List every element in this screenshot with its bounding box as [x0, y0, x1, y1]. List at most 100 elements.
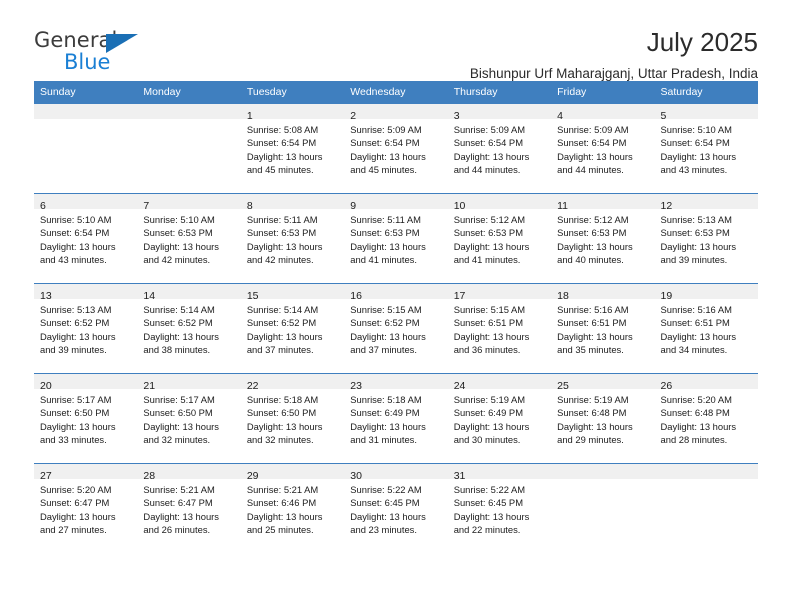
- calendar-day-cell[interactable]: 23 Sunrise: 5:18 AM Sunset: 6:49 PM Dayligh…: [344, 373, 448, 464]
- calendar-day-cell[interactable]: 29 Sunrise: 5:21 AM Sunset: 6:46 PM Dayligh…: [240, 463, 345, 553]
- daylight-line-1: Daylight: 13 hours: [40, 510, 116, 522]
- calendar-day-cell[interactable]: 22 Sunrise: 5:18 AM Sunset: 6:50 PM Dayligh…: [240, 373, 345, 464]
- calendar-day-cell[interactable]: 20 Sunrise: 5:17 AM Sunset: 6:50 PM Dayligh…: [34, 373, 138, 464]
- day-detail-block: Sunrise: 5:20 AM Sunset: 6:48 PM Daylight:…: [655, 389, 758, 446]
- weekday-header-friday: Friday: [551, 81, 655, 104]
- calendar-day-cell[interactable]: 16 Sunrise: 5:15 AM Sunset: 6:52 PM Dayligh…: [344, 283, 448, 374]
- calendar-day-cell[interactable]: 7 Sunrise: 5:10 AM Sunset: 6:53 PM Daylight…: [137, 193, 241, 284]
- weekday-header-wednesday: Wednesday: [344, 81, 448, 104]
- calendar-day-cell[interactable]: 25 Sunrise: 5:19 AM Sunset: 6:48 PM Dayligh…: [551, 373, 655, 464]
- calendar-day-cell[interactable]: 4 Sunrise: 5:09 AM Sunset: 6:54 PM Daylight…: [551, 103, 655, 194]
- calendar-day-cell[interactable]: 24 Sunrise: 5:19 AM Sunset: 6:49 PM Dayligh…: [447, 373, 552, 464]
- daylight-line-2: and 34 minutes.: [660, 343, 728, 355]
- day-number: 7: [143, 200, 150, 212]
- sunset-line: Sunset: 6:47 PM: [40, 497, 110, 509]
- day-number: 20: [40, 380, 52, 392]
- sunset-line: Sunset: 6:50 PM: [40, 407, 110, 419]
- sunset-line: Sunset: 6:54 PM: [40, 227, 110, 239]
- sunset-line: Sunset: 6:54 PM: [246, 137, 317, 149]
- day-detail-block: Sunrise: 5:22 AM Sunset: 6:45 PM Daylight:…: [344, 479, 447, 536]
- day-number: 23: [350, 380, 362, 392]
- sunset-line: Sunset: 6:54 PM: [453, 137, 523, 149]
- day-detail-block: Sunrise: 5:18 AM Sunset: 6:50 PM Daylight:…: [241, 389, 344, 446]
- daylight-line-1: Daylight: 13 hours: [557, 150, 633, 162]
- sunrise-line: Sunrise: 5:20 AM: [40, 484, 112, 495]
- calendar-body: 1 Sunrise: 5:08 AM Sunset: 6:54 PM Daylight…: [34, 103, 758, 553]
- day-number-band: 1: [240, 104, 345, 122]
- calendar-day-cell[interactable]: 12 Sunrise: 5:13 AM Sunset: 6:53 PM Dayligh…: [654, 193, 758, 284]
- calendar-day-cell[interactable]: 3 Sunrise: 5:09 AM Sunset: 6:54 PM Daylight…: [447, 103, 552, 194]
- sunrise-line: Sunrise: 5:21 AM: [246, 484, 319, 495]
- calendar-day-cell[interactable]: 1 Sunrise: 5:08 AM Sunset: 6:54 PM Daylight…: [240, 103, 345, 194]
- calendar-day-cell[interactable]: 28 Sunrise: 5:21 AM Sunset: 6:47 PM Dayligh…: [137, 463, 241, 553]
- calendar-day-cell[interactable]: 5 Sunrise: 5:10 AM Sunset: 6:54 PM Daylight…: [654, 103, 758, 194]
- sunset-line: Sunset: 6:53 PM: [246, 227, 317, 239]
- sunset-line: Sunset: 6:54 PM: [350, 137, 420, 149]
- day-detail-block: Sunrise: 5:09 AM Sunset: 6:54 PM Daylight:…: [551, 119, 654, 176]
- day-detail-block: Sunrise: 5:13 AM Sunset: 6:53 PM Daylight:…: [655, 209, 758, 266]
- day-number-band: 17: [447, 284, 552, 302]
- sunrise-line: Sunrise: 5:10 AM: [660, 124, 732, 135]
- calendar-week-row: 13 Sunrise: 5:13 AM Sunset: 6:52 PM Dayligh…: [34, 283, 758, 374]
- calendar-day-cell[interactable]: 17 Sunrise: 5:15 AM Sunset: 6:51 PM Dayligh…: [447, 283, 552, 374]
- daylight-line-2: and 32 minutes.: [143, 433, 211, 445]
- sunset-line: Sunset: 6:49 PM: [453, 407, 523, 419]
- sunset-line: Sunset: 6:51 PM: [453, 317, 523, 329]
- daylight-line-1: Daylight: 13 hours: [660, 420, 737, 432]
- calendar-day-cell[interactable]: 21 Sunrise: 5:17 AM Sunset: 6:50 PM Dayligh…: [137, 373, 241, 464]
- day-number: 13: [40, 290, 52, 302]
- calendar-day-cell[interactable]: 13 Sunrise: 5:13 AM Sunset: 6:52 PM Dayligh…: [34, 283, 138, 374]
- calendar-day-cell[interactable]: 19 Sunrise: 5:16 AM Sunset: 6:51 PM Dayligh…: [654, 283, 758, 374]
- daylight-line-2: and 42 minutes.: [143, 253, 211, 265]
- day-number-band: 19: [654, 284, 758, 302]
- calendar-day-cell[interactable]: 11 Sunrise: 5:12 AM Sunset: 6:53 PM Dayligh…: [551, 193, 655, 284]
- day-detail-block: Sunrise: 5:10 AM Sunset: 6:54 PM Daylight:…: [655, 119, 758, 176]
- daylight-line-1: Daylight: 13 hours: [453, 510, 530, 522]
- day-number-band: 22: [240, 374, 345, 392]
- calendar-day-cell[interactable]: 31 Sunrise: 5:22 AM Sunset: 6:45 PM Dayligh…: [447, 463, 552, 553]
- sunrise-line: Sunrise: 5:12 AM: [453, 214, 526, 225]
- day-number: 15: [246, 290, 259, 302]
- calendar-day-cell[interactable]: 2 Sunrise: 5:09 AM Sunset: 6:54 PM Daylight…: [344, 103, 448, 194]
- sunrise-line: Sunrise: 5:11 AM: [246, 214, 318, 225]
- logo-word-general: General: [34, 28, 118, 52]
- calendar-day-cell[interactable]: 8 Sunrise: 5:11 AM Sunset: 6:53 PM Daylight…: [240, 193, 345, 284]
- day-number: 16: [350, 290, 362, 302]
- sunrise-line: Sunrise: 5:14 AM: [143, 304, 215, 315]
- day-number: 9: [350, 200, 357, 212]
- calendar-day-cell[interactable]: 15 Sunrise: 5:14 AM Sunset: 6:52 PM Dayligh…: [240, 283, 345, 374]
- calendar-day-cell[interactable]: 6 Sunrise: 5:10 AM Sunset: 6:54 PM Daylight…: [34, 193, 138, 284]
- day-detail-block: Sunrise: 5:11 AM Sunset: 6:53 PM Daylight:…: [344, 209, 447, 266]
- calendar-day-cell[interactable]: 30 Sunrise: 5:22 AM Sunset: 6:45 PM Dayligh…: [344, 463, 448, 553]
- day-number: 19: [660, 290, 673, 302]
- daylight-line-2: and 29 minutes.: [557, 433, 624, 445]
- calendar-day-cell[interactable]: 14 Sunrise: 5:14 AM Sunset: 6:52 PM Dayligh…: [137, 283, 241, 374]
- daylight-line-2: and 37 minutes.: [350, 343, 417, 355]
- day-detail-block: Sunrise: 5:18 AM Sunset: 6:49 PM Daylight:…: [344, 389, 447, 446]
- day-number: 6: [40, 200, 46, 212]
- daylight-line-1: Daylight: 13 hours: [453, 330, 530, 342]
- daylight-line-2: and 42 minutes.: [246, 253, 314, 265]
- day-detail-block: Sunrise: 5:17 AM Sunset: 6:50 PM Daylight:…: [34, 389, 137, 446]
- day-detail-block: Sunrise: 5:12 AM Sunset: 6:53 PM Daylight:…: [448, 209, 551, 266]
- day-number-band: 11: [551, 194, 655, 212]
- general-blue-logo[interactable]: General Blue: [34, 30, 164, 76]
- daylight-line-1: Daylight: 13 hours: [453, 150, 530, 162]
- calendar-day-cell[interactable]: 9 Sunrise: 5:11 AM Sunset: 6:53 PM Daylight…: [344, 193, 448, 284]
- calendar-day-cell[interactable]: 18 Sunrise: 5:16 AM Sunset: 6:51 PM Dayligh…: [551, 283, 655, 374]
- sunset-line: Sunset: 6:53 PM: [453, 227, 523, 239]
- weekday-header-monday: Monday: [137, 81, 241, 104]
- calendar-page: General Blue July 2025 Bishunpur Urf Mah…: [0, 0, 792, 612]
- day-detail-block: Sunrise: 5:11 AM Sunset: 6:53 PM Daylight:…: [241, 209, 344, 266]
- calendar-day-cell[interactable]: 10 Sunrise: 5:12 AM Sunset: 6:53 PM Dayligh…: [447, 193, 552, 284]
- day-detail-block: Sunrise: 5:10 AM Sunset: 6:53 PM Daylight:…: [137, 209, 240, 266]
- day-detail-block: Sunrise: 5:17 AM Sunset: 6:50 PM Daylight:…: [137, 389, 240, 446]
- day-number: 12: [660, 200, 673, 212]
- sunrise-line: Sunrise: 5:11 AM: [350, 214, 421, 225]
- calendar-day-cell[interactable]: 27 Sunrise: 5:20 AM Sunset: 6:47 PM Dayligh…: [34, 463, 138, 553]
- day-detail-block: Sunrise: 5:08 AM Sunset: 6:54 PM Daylight:…: [241, 119, 344, 176]
- day-detail-block: [551, 479, 654, 483]
- day-number-band: 26: [654, 374, 758, 392]
- weekday-header-saturday: Saturday: [654, 81, 758, 104]
- calendar-day-cell[interactable]: 26 Sunrise: 5:20 AM Sunset: 6:48 PM Dayligh…: [654, 373, 758, 464]
